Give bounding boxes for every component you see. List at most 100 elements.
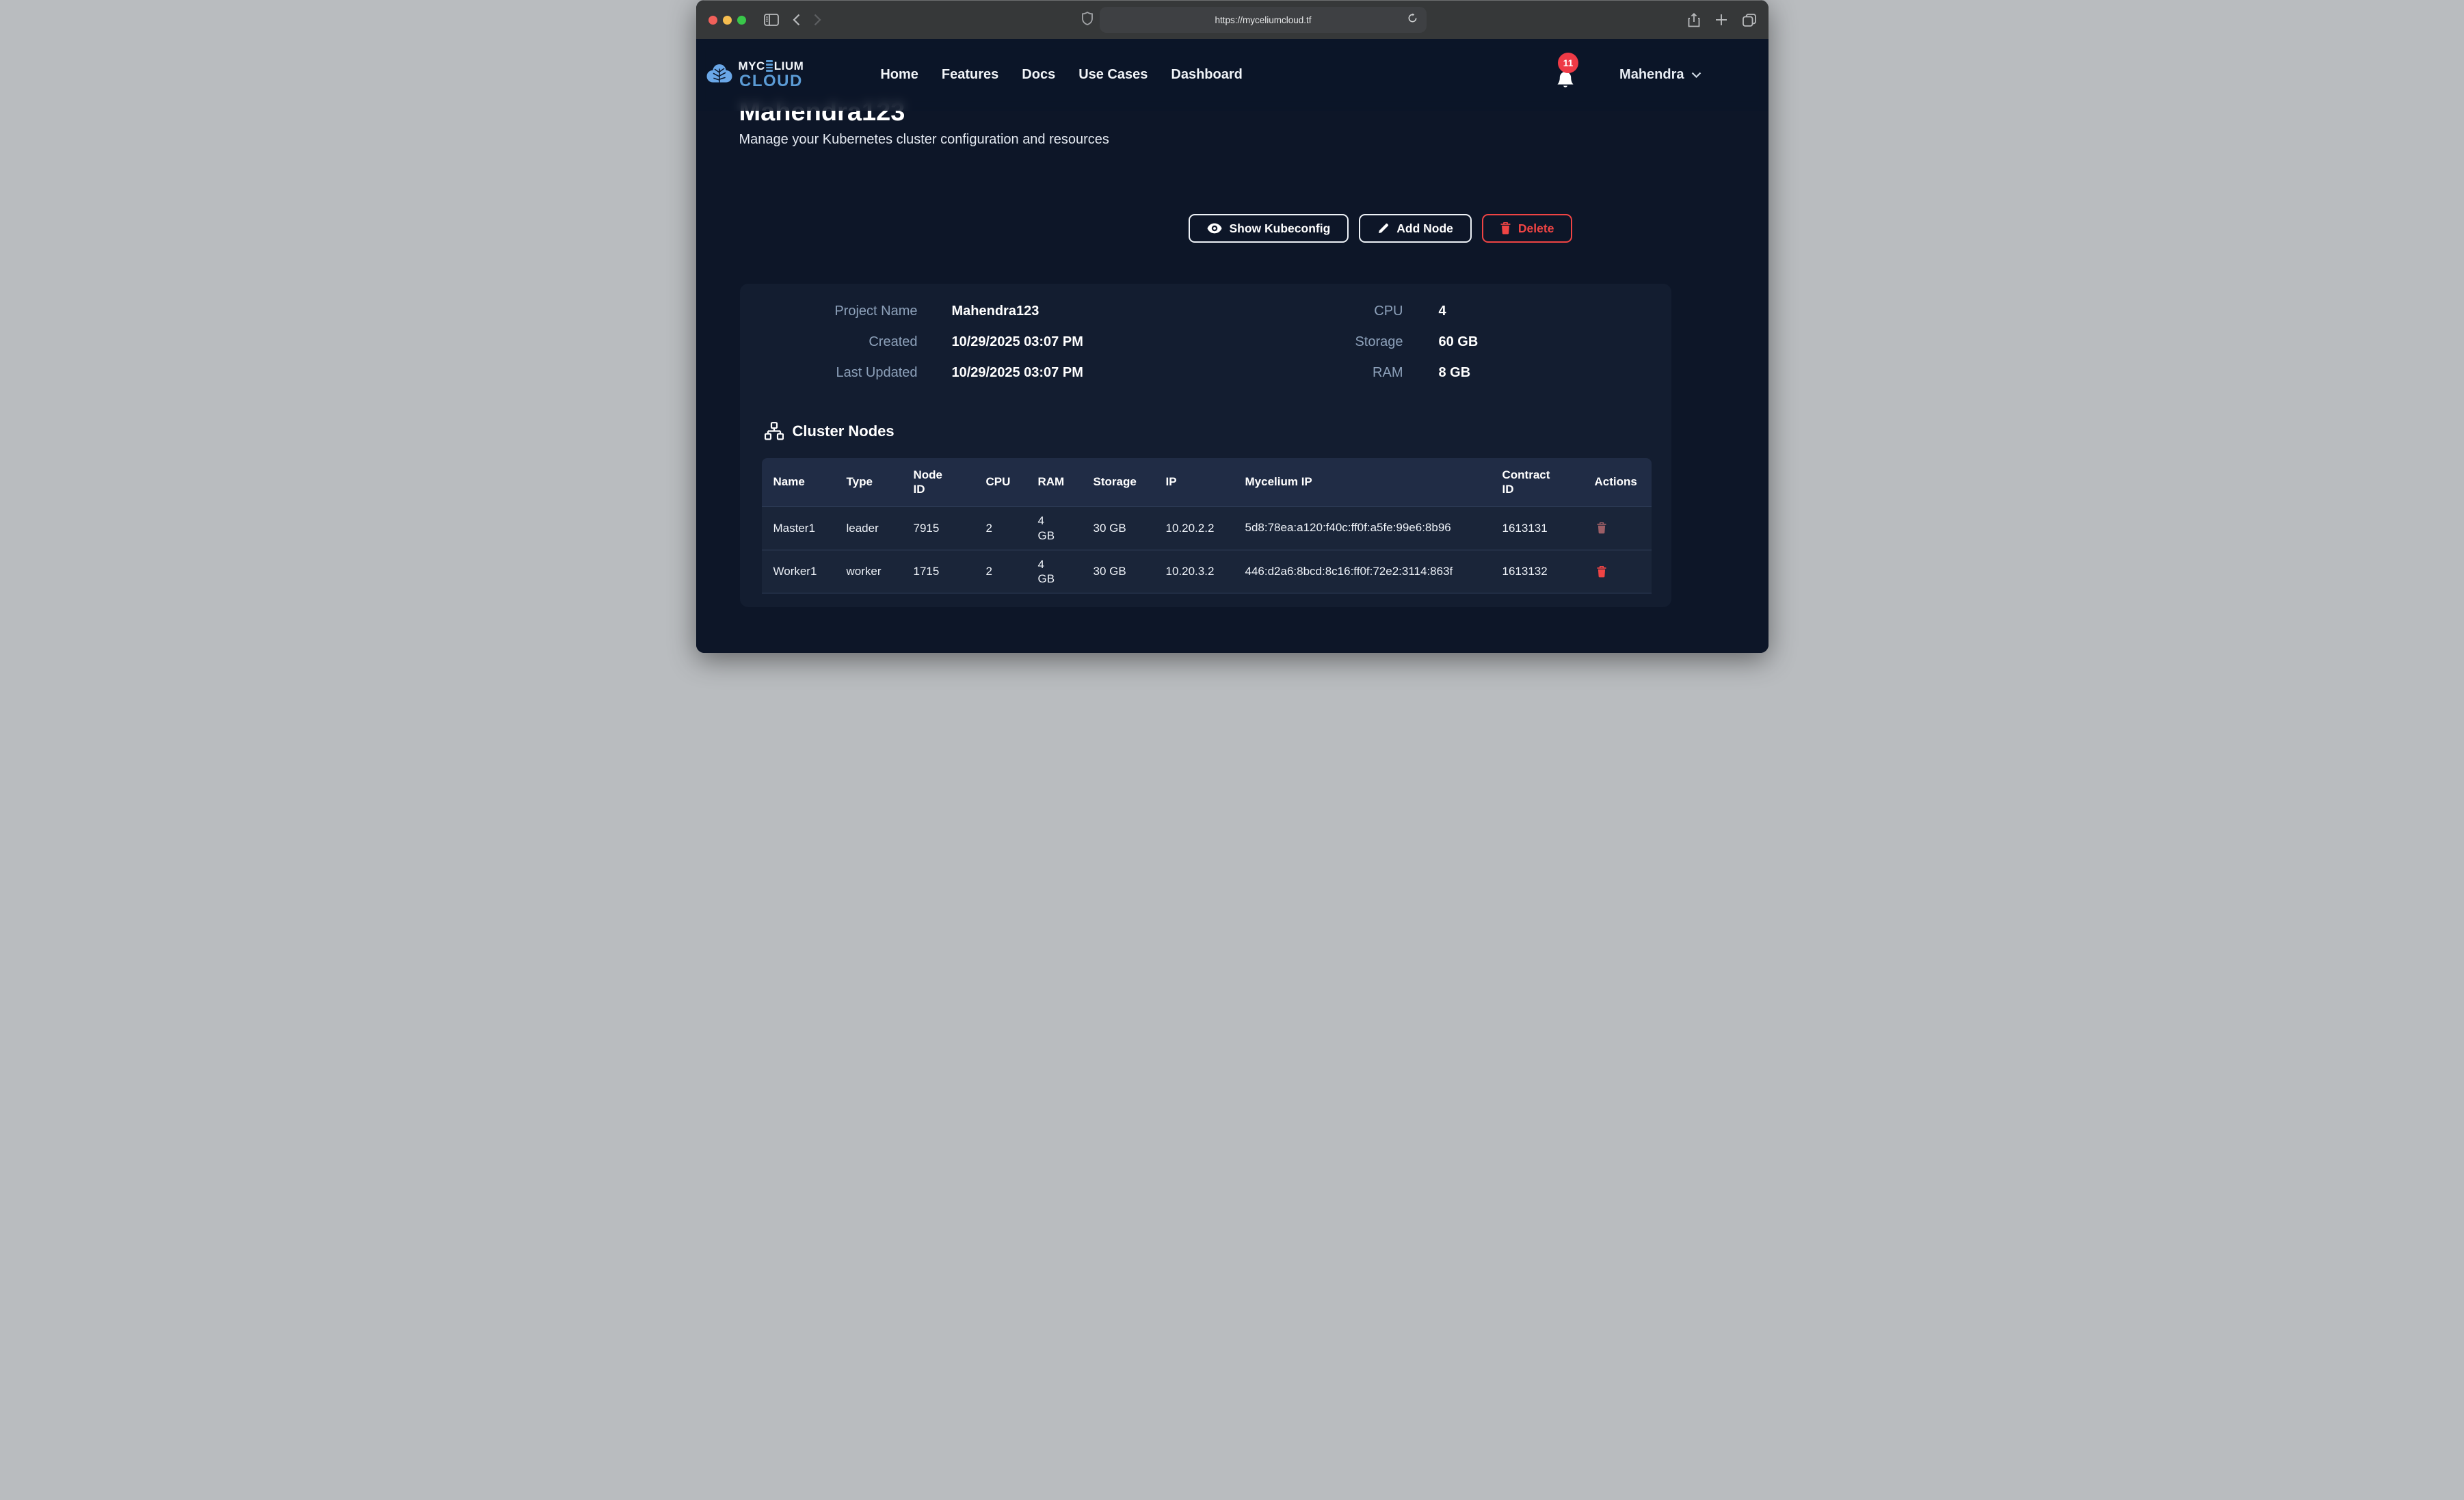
cluster-actions: Show Kubeconfig Add Node Delete <box>1189 214 1573 243</box>
field-value: 10/29/2025 03:07 PM <box>952 332 1294 353</box>
share-button[interactable] <box>1688 13 1700 27</box>
brand-name-bottom: CLOUD <box>739 73 804 90</box>
brand-logo[interactable]: MYCLIUM CLOUD <box>706 60 804 90</box>
field-label: Project Name <box>740 301 918 322</box>
table-header-row: Name Type Node ID CPU RAM Storage IP Myc… <box>762 458 1652 506</box>
pencil-icon <box>1377 223 1389 235</box>
field-label: CPU <box>1294 301 1403 322</box>
cluster-nodes-table: Name Type Node ID CPU RAM Storage IP Myc… <box>762 458 1652 593</box>
cluster-detail-panel: Project Name Mahendra123 Created 10/29/2… <box>740 284 1671 607</box>
user-menu-button[interactable]: Mahendra <box>1619 67 1701 83</box>
chevron-left-icon <box>793 14 800 26</box>
nav-links: Home Features Docs Use Cases Dashboard <box>880 67 1243 83</box>
brand-name-top: MYCLIUM <box>739 60 804 72</box>
sidebar-icon <box>764 14 779 26</box>
col-storage: Storage <box>1094 475 1166 489</box>
add-node-label: Add Node <box>1396 222 1453 236</box>
cell-contract-id: 1613131 <box>1502 522 1595 535</box>
page-content: Mahendra123 Manage your Kubernetes clust… <box>696 39 1768 653</box>
field-value: Mahendra123 <box>952 301 1294 322</box>
cell-mycelium-ip: 446:d2a6:8bcd:8c16:ff0f:72e2:3114:863f <box>1245 564 1502 579</box>
nav-link-home[interactable]: Home <box>880 67 918 83</box>
overview-right: CPU 4 Storage 60 GB RAM 8 GB <box>1294 301 1541 384</box>
field-value: 10/29/2025 03:07 PM <box>952 362 1294 384</box>
refresh-icon <box>1407 13 1418 23</box>
field-value: 8 GB <box>1439 362 1541 384</box>
cell-name: Master1 <box>773 522 847 535</box>
plus-icon <box>1715 14 1727 26</box>
trash-icon <box>1597 522 1606 534</box>
cell-contract-id: 1613132 <box>1502 565 1595 578</box>
forward-button[interactable] <box>814 14 821 26</box>
new-tab-button[interactable] <box>1715 13 1727 27</box>
stylized-e-icon <box>766 60 773 71</box>
field-label: Storage <box>1294 332 1403 353</box>
cell-ram: 4 GB <box>1038 513 1094 543</box>
cluster-nodes-header: Cluster Nodes <box>765 422 895 440</box>
cell-storage: 30 GB <box>1094 522 1166 535</box>
tabs-icon <box>1743 14 1756 27</box>
bell-icon <box>1556 70 1574 90</box>
reload-button[interactable] <box>1404 12 1420 28</box>
zoom-window-button[interactable] <box>737 16 746 25</box>
col-mycelium-ip: Mycelium IP <box>1245 475 1502 489</box>
cell-ram: 4 GB <box>1038 557 1094 587</box>
delete-label: Delete <box>1518 222 1554 236</box>
table-row: Master1 leader 7915 2 4 GB 30 GB 10.20.2… <box>762 506 1652 550</box>
trash-icon <box>1500 222 1511 235</box>
col-type: Type <box>847 475 914 489</box>
shield-icon[interactable] <box>1082 12 1093 29</box>
show-kubeconfig-button[interactable]: Show Kubeconfig <box>1189 214 1349 243</box>
address-bar[interactable]: https://myceliumcloud.tf <box>1100 7 1427 33</box>
field-label: Created <box>740 332 918 353</box>
share-icon <box>1688 13 1700 27</box>
chevron-right-icon <box>814 14 821 26</box>
traffic-lights <box>708 16 746 25</box>
cell-type: worker <box>847 565 914 578</box>
trash-icon <box>1597 566 1606 578</box>
cell-storage: 30 GB <box>1094 565 1166 578</box>
minimize-window-button[interactable] <box>723 16 732 25</box>
cell-node-id: 7915 <box>914 522 986 535</box>
delete-node-button[interactable] <box>1595 522 1606 534</box>
field-value: 60 GB <box>1439 332 1541 353</box>
delete-node-button[interactable] <box>1595 566 1606 578</box>
chevron-down-icon <box>1691 72 1701 78</box>
field-label: Last Updated <box>740 362 918 384</box>
nav-link-features[interactable]: Features <box>942 67 998 83</box>
nav-link-use-cases[interactable]: Use Cases <box>1078 67 1148 83</box>
col-node-id: Node ID <box>914 468 986 497</box>
cell-node-id: 1715 <box>914 565 986 578</box>
add-node-button[interactable]: Add Node <box>1359 214 1472 243</box>
nav-link-docs[interactable]: Docs <box>1022 67 1055 83</box>
browser-window: https://myceliumcloud.tf <box>696 0 1768 653</box>
col-ram: RAM <box>1038 475 1094 489</box>
tab-overview-button[interactable] <box>1743 13 1756 27</box>
cloud-tree-icon <box>706 64 733 87</box>
col-cpu: CPU <box>986 475 1038 489</box>
notification-badge: 11 <box>1558 53 1578 73</box>
nav-link-dashboard[interactable]: Dashboard <box>1171 67 1242 83</box>
cell-ip: 10.20.3.2 <box>1166 565 1245 578</box>
cell-name: Worker1 <box>773 565 847 578</box>
field-label: RAM <box>1294 362 1403 384</box>
site-navbar: MYCLIUM CLOUD Home Features Docs Use Cas… <box>696 39 1768 111</box>
notifications-button[interactable]: 11 <box>1556 70 1574 92</box>
col-contract-id: Contract ID <box>1502 468 1595 497</box>
overview-left: Project Name Mahendra123 Created 10/29/2… <box>740 301 1294 384</box>
cell-mycelium-ip: 5d8:78ea:a120:f40c:ff0f:a5fe:99e6:8b96 <box>1245 520 1502 535</box>
page-viewport: Mahendra123 Manage your Kubernetes clust… <box>696 39 1768 653</box>
cluster-nodes-title: Cluster Nodes <box>793 423 895 440</box>
cluster-overview: Project Name Mahendra123 Created 10/29/2… <box>740 301 1671 384</box>
cell-type: leader <box>847 522 914 535</box>
close-window-button[interactable] <box>708 16 717 25</box>
delete-cluster-button[interactable]: Delete <box>1482 214 1573 243</box>
browser-toolbar: https://myceliumcloud.tf <box>696 0 1768 39</box>
network-nodes-icon <box>765 422 784 440</box>
back-button[interactable] <box>793 14 800 26</box>
user-name: Mahendra <box>1619 67 1684 83</box>
url-text: https://myceliumcloud.tf <box>1215 15 1311 25</box>
sidebar-toggle-button[interactable] <box>764 14 779 26</box>
col-actions: Actions <box>1595 475 1652 489</box>
show-kubeconfig-label: Show Kubeconfig <box>1230 222 1331 236</box>
